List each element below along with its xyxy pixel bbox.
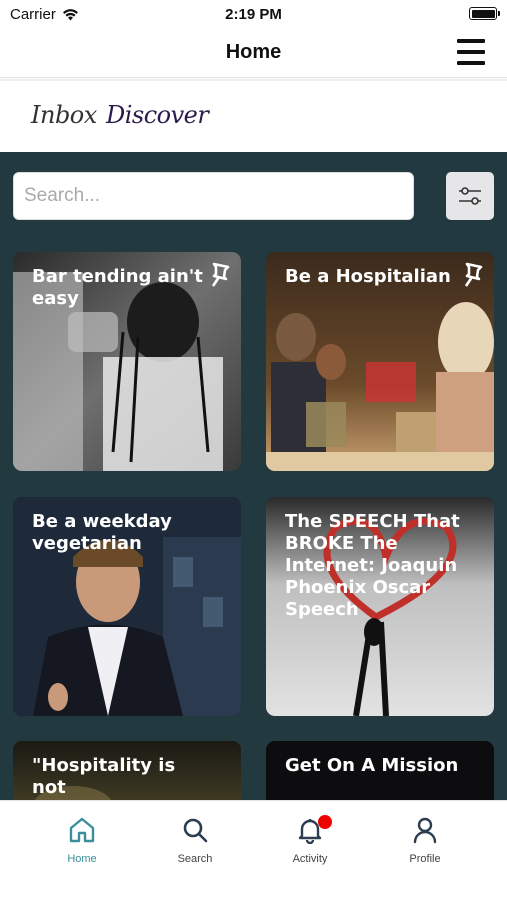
section-tabs: Inbox Discover xyxy=(0,79,507,152)
pin-icon[interactable] xyxy=(207,262,231,288)
content-card[interactable]: Be a Hospitalian xyxy=(266,252,494,471)
content-card[interactable]: Bar tending ain't easy xyxy=(13,252,241,471)
tab-discover[interactable]: Discover xyxy=(106,101,209,129)
sliders-icon xyxy=(459,187,481,205)
tab-inbox[interactable]: Inbox xyxy=(31,101,97,129)
tab-activity[interactable]: Activity xyxy=(265,813,355,865)
content-card[interactable]: "Hospitality is not Service.............… xyxy=(13,741,241,800)
battery-icon xyxy=(469,7,500,20)
search-input[interactable] xyxy=(13,172,414,220)
hamburger-menu-icon[interactable] xyxy=(457,39,485,65)
filter-button[interactable] xyxy=(446,172,494,220)
nav-bar: Home xyxy=(0,30,507,78)
card-title: Get On A Mission xyxy=(285,755,459,776)
tab-home-label: Home xyxy=(67,853,97,865)
tab-home[interactable]: Home xyxy=(37,813,127,865)
status-time: 2:19 PM xyxy=(225,6,282,23)
tab-search[interactable]: Search xyxy=(150,813,240,865)
status-bar: Carrier 2:19 PM xyxy=(0,0,507,30)
content-card[interactable]: Be a weekday vegetarian xyxy=(13,497,241,716)
card-title: The SPEECH That BROKE The Internet: Joaq… xyxy=(285,511,460,620)
user-icon xyxy=(413,817,437,844)
card-title: Be a weekday vegetarian xyxy=(32,511,172,554)
bottom-tab-bar: Home Search Activity Profile xyxy=(0,800,507,900)
search-icon xyxy=(183,818,208,843)
card-title: "Hospitality is not Service.............… xyxy=(32,755,241,800)
pin-icon[interactable] xyxy=(460,262,484,288)
tab-profile-label: Profile xyxy=(409,853,441,865)
tab-profile[interactable]: Profile xyxy=(380,813,470,865)
home-icon xyxy=(69,817,95,843)
content-card[interactable]: Get On A Mission xyxy=(266,741,494,800)
tab-search-label: Search xyxy=(177,853,213,865)
card-title: Be a Hospitalian xyxy=(285,266,451,287)
content-card[interactable]: The SPEECH That BROKE The Internet: Joaq… xyxy=(266,497,494,716)
discover-feed: Bar tending ain't easy Be a Hospitalian xyxy=(0,152,507,800)
tab-activity-label: Activity xyxy=(292,853,328,865)
notification-badge xyxy=(318,815,332,829)
page-title: Home xyxy=(225,41,282,63)
card-title: Bar tending ain't easy xyxy=(32,266,203,309)
